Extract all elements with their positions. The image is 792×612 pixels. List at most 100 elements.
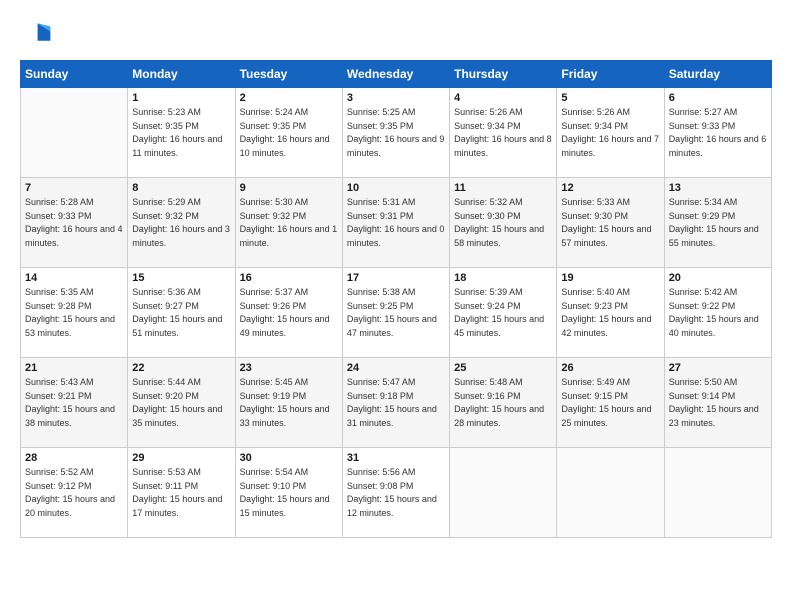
calendar-cell: 15 Sunrise: 5:36 AMSunset: 9:27 PMDayligh… — [128, 268, 235, 358]
calendar-cell: 6 Sunrise: 5:27 AMSunset: 9:33 PMDaylight… — [664, 88, 771, 178]
calendar-cell: 31 Sunrise: 5:56 AMSunset: 9:08 PMDayligh… — [342, 448, 449, 538]
day-number: 19 — [561, 272, 659, 284]
logo-icon — [20, 20, 52, 44]
day-number: 3 — [347, 92, 445, 104]
calendar-cell: 18 Sunrise: 5:39 AMSunset: 9:24 PMDayligh… — [450, 268, 557, 358]
calendar-cell: 4 Sunrise: 5:26 AMSunset: 9:34 PMDaylight… — [450, 88, 557, 178]
day-number: 24 — [347, 362, 445, 374]
day-info: Sunrise: 5:48 AMSunset: 9:16 PMDaylight:… — [454, 376, 552, 430]
week-row-5: 28 Sunrise: 5:52 AMSunset: 9:12 PMDayligh… — [21, 448, 772, 538]
day-number: 31 — [347, 452, 445, 464]
day-info: Sunrise: 5:42 AMSunset: 9:22 PMDaylight:… — [669, 286, 767, 340]
day-info: Sunrise: 5:53 AMSunset: 9:11 PMDaylight:… — [132, 466, 230, 520]
calendar-cell: 27Sunrise: 5:50 AMSunset: 9:14 PMDayligh… — [664, 358, 771, 448]
calendar-cell: 1Sunrise: 5:23 AMSunset: 9:35 PMDaylight… — [128, 88, 235, 178]
day-number: 8 — [132, 182, 230, 194]
calendar-cell: 23 Sunrise: 5:45 AMSunset: 9:19 PMDayligh… — [235, 358, 342, 448]
day-info: Sunrise: 5:27 AMSunset: 9:33 PMDaylight:… — [669, 106, 767, 160]
calendar-cell: 11 Sunrise: 5:32 AMSunset: 9:30 PMDayligh… — [450, 178, 557, 268]
day-number: 4 — [454, 92, 552, 104]
day-number: 26 — [561, 362, 659, 374]
weekday-header-wednesday: Wednesday — [342, 61, 449, 88]
day-info: Sunrise: 5:31 AMSunset: 9:31 PMDaylight:… — [347, 196, 445, 250]
calendar-cell: 20 Sunrise: 5:42 AMSunset: 9:22 PMDayligh… — [664, 268, 771, 358]
calendar-cell: 8 Sunrise: 5:29 AMSunset: 9:32 PMDaylight… — [128, 178, 235, 268]
calendar-cell — [664, 448, 771, 538]
weekday-header-tuesday: Tuesday — [235, 61, 342, 88]
calendar-cell: 25 Sunrise: 5:48 AMSunset: 9:16 PMDayligh… — [450, 358, 557, 448]
day-number: 13 — [669, 182, 767, 194]
calendar-cell: 10 Sunrise: 5:31 AMSunset: 9:31 PMDayligh… — [342, 178, 449, 268]
day-info: Sunrise: 5:56 AMSunset: 9:08 PMDaylight:… — [347, 466, 445, 520]
calendar-cell: 28 Sunrise: 5:52 AMSunset: 9:12 PMDayligh… — [21, 448, 128, 538]
day-info: Sunrise: 5:28 AMSunset: 9:33 PMDaylight:… — [25, 196, 123, 250]
day-number: 10 — [347, 182, 445, 194]
day-info: Sunrise: 5:24 AMSunset: 9:35 PMDaylight:… — [240, 106, 338, 160]
logo — [20, 20, 56, 44]
day-number: 11 — [454, 182, 552, 194]
day-info: Sunrise: 5:26 AMSunset: 9:34 PMDaylight:… — [454, 106, 552, 160]
calendar-cell: 24 Sunrise: 5:47 AMSunset: 9:18 PMDayligh… — [342, 358, 449, 448]
day-number: 25 — [454, 362, 552, 374]
calendar-cell: 30 Sunrise: 5:54 AMSunset: 9:10 PMDayligh… — [235, 448, 342, 538]
day-number: 21 — [25, 362, 123, 374]
calendar-cell: 16Sunrise: 5:37 AMSunset: 9:26 PMDayligh… — [235, 268, 342, 358]
weekday-header-monday: Monday — [128, 61, 235, 88]
calendar-cell — [21, 88, 128, 178]
day-info: Sunrise: 5:32 AMSunset: 9:30 PMDaylight:… — [454, 196, 552, 250]
day-info: Sunrise: 5:43 AMSunset: 9:21 PMDaylight:… — [25, 376, 123, 430]
day-info: Sunrise: 5:34 AMSunset: 9:29 PMDaylight:… — [669, 196, 767, 250]
calendar-cell: 5 Sunrise: 5:26 AMSunset: 9:34 PMDaylight… — [557, 88, 664, 178]
day-number: 5 — [561, 92, 659, 104]
day-info: Sunrise: 5:45 AMSunset: 9:19 PMDaylight:… — [240, 376, 338, 430]
calendar-cell: 2 Sunrise: 5:24 AMSunset: 9:35 PMDaylight… — [235, 88, 342, 178]
calendar-table: SundayMondayTuesdayWednesdayThursdayFrid… — [20, 60, 772, 538]
calendar-cell: 7 Sunrise: 5:28 AMSunset: 9:33 PMDaylight… — [21, 178, 128, 268]
day-number: 7 — [25, 182, 123, 194]
day-number: 27 — [669, 362, 767, 374]
day-number: 12 — [561, 182, 659, 194]
day-info: Sunrise: 5:54 AMSunset: 9:10 PMDaylight:… — [240, 466, 338, 520]
day-info: Sunrise: 5:52 AMSunset: 9:12 PMDaylight:… — [25, 466, 123, 520]
weekday-header-thursday: Thursday — [450, 61, 557, 88]
calendar-cell: 29 Sunrise: 5:53 AMSunset: 9:11 PMDayligh… — [128, 448, 235, 538]
weekday-header-friday: Friday — [557, 61, 664, 88]
day-number: 6 — [669, 92, 767, 104]
day-info: Sunrise: 5:26 AMSunset: 9:34 PMDaylight:… — [561, 106, 659, 160]
day-info: Sunrise: 5:47 AMSunset: 9:18 PMDaylight:… — [347, 376, 445, 430]
week-row-3: 14 Sunrise: 5:35 AMSunset: 9:28 PMDayligh… — [21, 268, 772, 358]
calendar-cell: 21 Sunrise: 5:43 AMSunset: 9:21 PMDayligh… — [21, 358, 128, 448]
day-info: Sunrise: 5:40 AMSunset: 9:23 PMDaylight:… — [561, 286, 659, 340]
day-info: Sunrise: 5:36 AMSunset: 9:27 PMDaylight:… — [132, 286, 230, 340]
day-number: 29 — [132, 452, 230, 464]
calendar-cell: 26Sunrise: 5:49 AMSunset: 9:15 PMDayligh… — [557, 358, 664, 448]
day-number: 20 — [669, 272, 767, 284]
day-info: Sunrise: 5:35 AMSunset: 9:28 PMDaylight:… — [25, 286, 123, 340]
day-number: 2 — [240, 92, 338, 104]
day-number: 15 — [132, 272, 230, 284]
day-info: Sunrise: 5:25 AMSunset: 9:35 PMDaylight:… — [347, 106, 445, 160]
day-number: 30 — [240, 452, 338, 464]
day-number: 22 — [132, 362, 230, 374]
calendar-cell: 14 Sunrise: 5:35 AMSunset: 9:28 PMDayligh… — [21, 268, 128, 358]
day-info: Sunrise: 5:39 AMSunset: 9:24 PMDaylight:… — [454, 286, 552, 340]
day-info: Sunrise: 5:29 AMSunset: 9:32 PMDaylight:… — [132, 196, 230, 250]
day-number: 9 — [240, 182, 338, 194]
week-row-4: 21 Sunrise: 5:43 AMSunset: 9:21 PMDayligh… — [21, 358, 772, 448]
week-row-2: 7 Sunrise: 5:28 AMSunset: 9:33 PMDaylight… — [21, 178, 772, 268]
day-number: 17 — [347, 272, 445, 284]
day-number: 23 — [240, 362, 338, 374]
day-number: 18 — [454, 272, 552, 284]
day-number: 28 — [25, 452, 123, 464]
calendar-cell: 9Sunrise: 5:30 AMSunset: 9:32 PMDaylight… — [235, 178, 342, 268]
day-info: Sunrise: 5:44 AMSunset: 9:20 PMDaylight:… — [132, 376, 230, 430]
weekday-header-sunday: Sunday — [21, 61, 128, 88]
day-number: 14 — [25, 272, 123, 284]
calendar-cell: 19 Sunrise: 5:40 AMSunset: 9:23 PMDayligh… — [557, 268, 664, 358]
page-header — [20, 20, 772, 44]
day-info: Sunrise: 5:33 AMSunset: 9:30 PMDaylight:… — [561, 196, 659, 250]
calendar-cell: 17Sunrise: 5:38 AMSunset: 9:25 PMDayligh… — [342, 268, 449, 358]
day-info: Sunrise: 5:37 AMSunset: 9:26 PMDaylight:… — [240, 286, 338, 340]
week-row-1: 1Sunrise: 5:23 AMSunset: 9:35 PMDaylight… — [21, 88, 772, 178]
calendar-cell — [450, 448, 557, 538]
